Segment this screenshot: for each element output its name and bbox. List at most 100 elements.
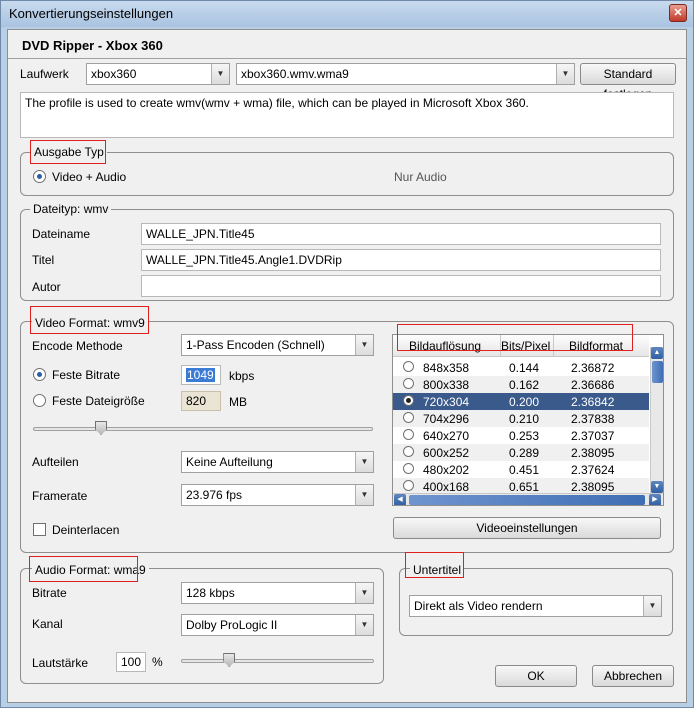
resolution-row[interactable]: 600x252 0.289 2.38095 [393, 444, 649, 461]
resolution-row-radio[interactable] [403, 412, 414, 423]
fixed-filesize-radio[interactable] [33, 394, 46, 407]
filesize-input[interactable]: 820 [181, 391, 221, 411]
resolution-cell-bits: 0.200 [509, 395, 540, 409]
resolution-cell-bits: 0.451 [509, 463, 540, 477]
horizontal-scroll-thumb[interactable] [409, 495, 645, 505]
audio-only-option[interactable]: Nur Audio [394, 170, 447, 184]
resolution-cell-resolution: 400x168 [423, 480, 470, 494]
resolution-row-radio[interactable] [403, 361, 414, 372]
scroll-down-icon[interactable]: ▼ [651, 481, 663, 493]
file-type-legend: Dateityp: wmv [30, 202, 112, 216]
video-audio-radio[interactable] [33, 170, 46, 183]
resolution-row[interactable]: 720x304 0.200 2.36842 [393, 393, 649, 410]
set-default-button[interactable]: Standard festlegen [580, 63, 676, 101]
framerate-select[interactable]: 23.976 fps ▼ [181, 484, 374, 506]
chevron-down-icon: ▼ [355, 583, 373, 603]
resolution-list[interactable]: Bildauflösung Bits/Pixel Bildformat 848x… [392, 334, 664, 506]
fixed-bitrate-radio[interactable] [33, 368, 46, 381]
resolution-cell-format: 2.36842 [571, 395, 615, 409]
resolution-cell-bits: 0.144 [509, 361, 540, 375]
resolution-row-radio[interactable] [403, 429, 414, 440]
channel-label: Kanal [32, 617, 63, 631]
resolution-cell-resolution: 848x358 [423, 361, 470, 375]
chevron-down-icon: ▼ [355, 335, 373, 355]
resolution-cell-bits: 0.210 [509, 412, 540, 426]
resolution-cell-bits: 0.651 [509, 480, 540, 494]
laufwerk-label: Laufwerk [20, 67, 69, 81]
channel-select[interactable]: Dolby ProLogic II ▼ [181, 614, 374, 636]
resolution-row-radio[interactable] [403, 395, 414, 406]
bitrate-input[interactable]: 1049 [181, 365, 221, 385]
filename-field[interactable]: WALLE_JPN.Title45 [141, 223, 661, 245]
quality-slider-track[interactable] [33, 427, 373, 431]
resolution-cell-format: 2.36872 [571, 361, 615, 375]
video-audio-label: Video + Audio [52, 170, 127, 184]
resolution-cell-resolution: 704x296 [423, 412, 470, 426]
author-field[interactable] [141, 275, 661, 297]
profile-title: DVD Ripper - Xbox 360 [22, 38, 163, 53]
resolution-cell-format: 2.37838 [571, 412, 615, 426]
chevron-down-icon: ▼ [556, 64, 574, 84]
ok-button[interactable]: OK [495, 665, 577, 687]
resolution-row[interactable]: 848x358 0.144 2.36872 [393, 359, 649, 376]
vertical-scroll-thumb[interactable] [652, 361, 663, 383]
resolution-row-radio[interactable] [403, 378, 414, 389]
resolution-row-radio[interactable] [403, 480, 414, 491]
volume-input[interactable]: 100 [116, 652, 146, 672]
framerate-value: 23.976 fps [186, 488, 243, 502]
scroll-right-icon[interactable]: ▶ [649, 494, 661, 505]
close-button[interactable]: ✕ [669, 4, 687, 22]
resolution-cell-format: 2.37624 [571, 463, 615, 477]
resolution-cell-format: 2.37037 [571, 429, 615, 443]
title-divider [8, 58, 686, 59]
window-title: Konvertierungseinstellungen [9, 6, 174, 21]
bitrate-input-value: 1049 [186, 368, 215, 382]
vertical-scrollbar[interactable]: ▲ ▼ [650, 347, 663, 493]
resolution-cell-format: 2.36686 [571, 378, 615, 392]
encode-method-label: Encode Methode [32, 339, 123, 353]
subtitle-select[interactable]: Direkt als Video rendern ▼ [409, 595, 662, 617]
cancel-button[interactable]: Abbrechen [592, 665, 674, 687]
channel-value: Dolby ProLogic II [186, 618, 278, 632]
conversion-settings-window: Konvertierungseinstellungen ✕ DVD Ripper… [0, 0, 694, 708]
split-label: Aufteilen [32, 455, 79, 469]
device-select-value: xbox360 [91, 67, 137, 81]
profile-select-value: xbox360.wmv.wma9 [241, 67, 349, 81]
video-settings-button[interactable]: Videoeinstellungen [393, 517, 661, 539]
annotation-box-subtitle [405, 552, 464, 578]
annotation-box-resolution-header [397, 324, 633, 351]
audio-bitrate-select[interactable]: 128 kbps ▼ [181, 582, 374, 604]
chevron-down-icon: ▼ [355, 615, 373, 635]
deinterlace-checkbox[interactable] [33, 523, 46, 536]
resolution-row[interactable]: 480x202 0.451 2.37624 [393, 461, 649, 478]
resolution-cell-bits: 0.253 [509, 429, 540, 443]
annotation-box-video-format [30, 306, 149, 334]
chevron-down-icon: ▼ [355, 485, 373, 505]
resolution-row[interactable]: 704x296 0.210 2.37838 [393, 410, 649, 427]
title-field[interactable]: WALLE_JPN.Title45.Angle1.DVDRip [141, 249, 661, 271]
encode-method-value: 1-Pass Encoden (Schnell) [186, 338, 325, 352]
filename-label: Dateiname [32, 227, 91, 241]
scroll-left-icon[interactable]: ◀ [394, 494, 406, 505]
title-label: Titel [32, 253, 55, 267]
split-select[interactable]: Keine Aufteilung ▼ [181, 451, 374, 473]
resolution-row[interactable]: 800x338 0.162 2.36686 [393, 376, 649, 393]
title-bar[interactable]: Konvertierungseinstellungen ✕ [1, 1, 693, 27]
annotation-box-audio-format [29, 556, 138, 582]
subtitle-value: Direkt als Video rendern [414, 599, 543, 613]
profile-description: The profile is used to create wmv(wmv + … [20, 92, 674, 138]
profile-select[interactable]: xbox360.wmv.wma9 ▼ [236, 63, 575, 85]
volume-slider-track[interactable] [181, 659, 374, 663]
horizontal-scrollbar[interactable]: ◀ ▶ [393, 493, 663, 505]
volume-unit: % [152, 655, 163, 669]
resolution-cell-resolution: 600x252 [423, 446, 470, 460]
resolution-cell-resolution: 640x270 [423, 429, 470, 443]
encode-method-select[interactable]: 1-Pass Encoden (Schnell) ▼ [181, 334, 374, 356]
resolution-row-radio[interactable] [403, 463, 414, 474]
resolution-row-radio[interactable] [403, 446, 414, 457]
author-label: Autor [32, 280, 61, 294]
resolution-row[interactable]: 640x270 0.253 2.37037 [393, 427, 649, 444]
audio-bitrate-value: 128 kbps [186, 586, 235, 600]
device-select[interactable]: xbox360 ▼ [86, 63, 230, 85]
scroll-up-icon[interactable]: ▲ [651, 347, 663, 359]
